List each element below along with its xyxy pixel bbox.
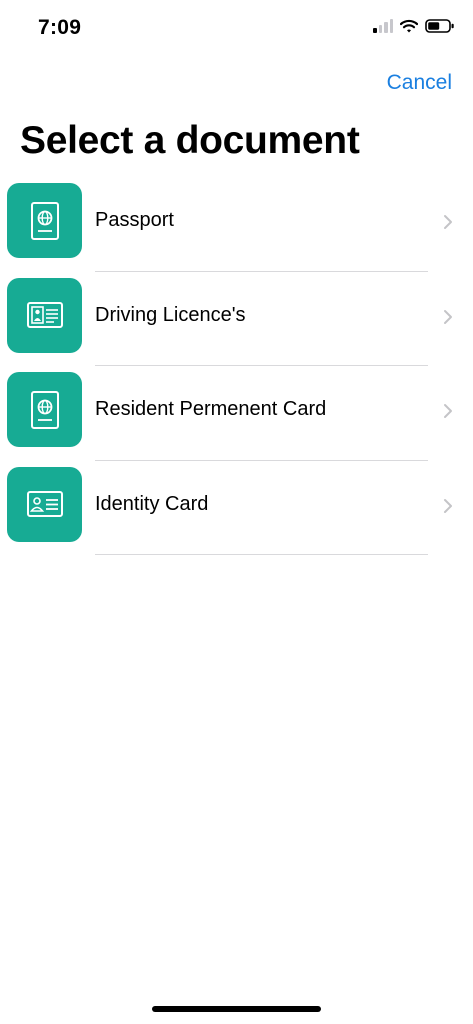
divider (95, 554, 428, 555)
chevron-right-icon (444, 404, 452, 418)
chevron-right-icon (444, 215, 452, 229)
passport-icon (7, 372, 82, 447)
cellular-signal-icon (373, 19, 393, 33)
list-item-label: Resident Permenent Card (95, 398, 327, 420)
passport-icon (7, 183, 82, 258)
document-select-screen: 7:09 Cancel Select a document Passport D… (0, 0, 473, 1024)
list-item-label: Identity Card (95, 492, 209, 515)
list-item-resident-card[interactable]: Resident Permenent Card (0, 371, 473, 466)
chevron-right-icon (444, 498, 452, 513)
cancel-button[interactable]: Cancel (387, 71, 452, 95)
page-title: Select a document (20, 119, 360, 162)
identity-card-icon (7, 466, 82, 542)
document-list: Passport Driving Licence's Resident Perm… (0, 182, 473, 560)
list-item-passport[interactable]: Passport (0, 182, 473, 277)
chevron-right-icon (444, 309, 452, 324)
driving-licence-icon (7, 277, 82, 353)
list-item-driving-licence[interactable]: Driving Licence's (0, 277, 473, 372)
divider (95, 365, 428, 366)
wifi-icon (400, 19, 418, 33)
status-bar: 7:09 (0, 0, 473, 58)
divider (95, 459, 428, 461)
list-item-identity-card[interactable]: Identity Card (0, 466, 473, 561)
list-item-label: Driving Licence's (95, 303, 246, 326)
divider (95, 270, 428, 272)
status-icons (373, 19, 455, 33)
list-item-label: Passport (95, 209, 174, 231)
home-indicator[interactable] (152, 1006, 321, 1012)
status-time: 7:09 (38, 16, 82, 39)
battery-icon (425, 19, 454, 33)
